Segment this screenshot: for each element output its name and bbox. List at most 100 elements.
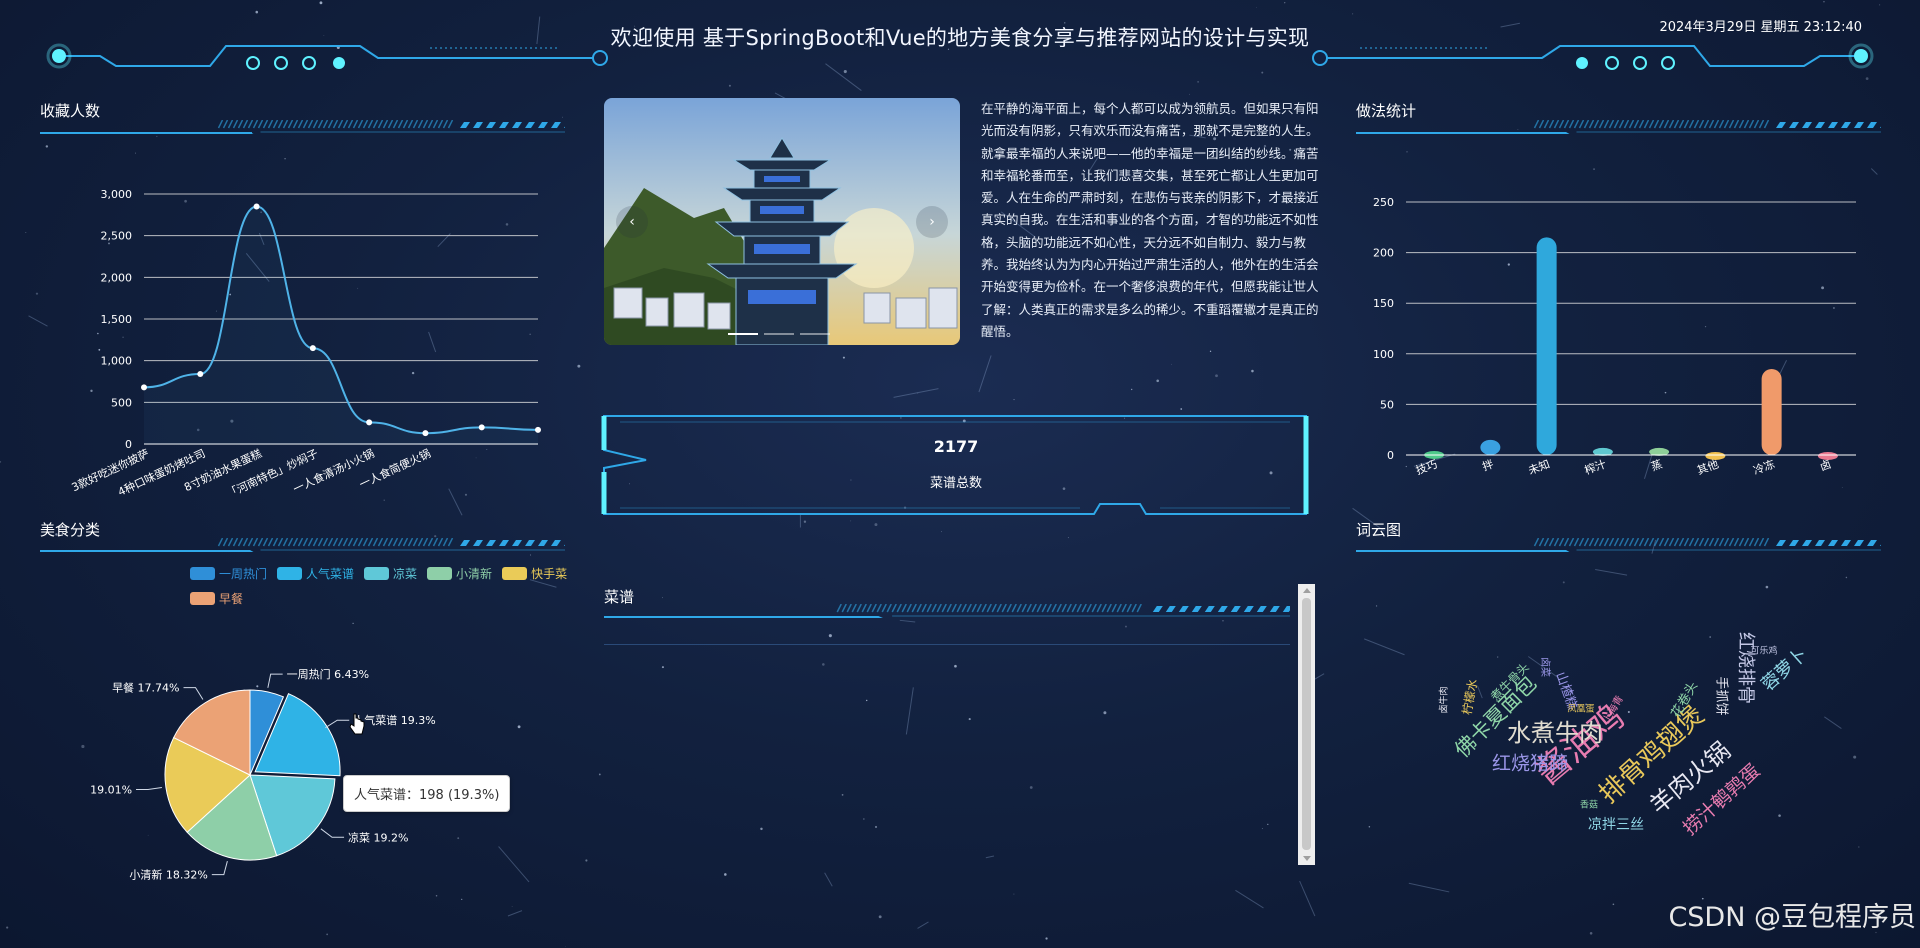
carousel-indicator-1[interactable] <box>728 333 758 335</box>
legend-item[interactable]: 小清新 <box>427 565 492 582</box>
watermark: CSDN @豆包程序员 <box>1668 902 1916 933</box>
star <box>1156 379 1159 383</box>
y-tick-label: 2,500 <box>101 230 133 243</box>
data-point[interactable] <box>366 419 373 426</box>
word-cloud-word[interactable]: 水煮牛肉 <box>1507 721 1603 745</box>
star <box>1765 585 1769 589</box>
star <box>1497 656 1499 658</box>
legend-item[interactable]: 快手菜 <box>502 565 567 582</box>
star <box>434 535 437 538</box>
data-point[interactable] <box>309 345 316 352</box>
section-line-recipes <box>604 604 1290 618</box>
pie-label: 早餐 17.74% <box>112 681 179 695</box>
star <box>1251 369 1254 373</box>
data-point[interactable] <box>141 384 147 391</box>
word-cloud-word[interactable]: 卤菜 <box>1539 657 1550 677</box>
word-cloud-word[interactable]: 红烧猪蹄 <box>1492 754 1568 774</box>
legend-label: 凉菜 <box>393 567 418 581</box>
line-area <box>144 206 538 444</box>
star <box>45 145 49 148</box>
star-trail <box>1595 569 1628 576</box>
method-bar[interactable] <box>1536 237 1557 455</box>
star-trail <box>1824 716 1842 729</box>
legend-item[interactable]: 人气菜谱 <box>277 565 354 582</box>
x-tick-label: 榨汁 <box>1582 457 1607 478</box>
star <box>530 554 532 556</box>
star <box>1189 93 1191 95</box>
pie-label: 凉菜 19.2% <box>348 830 408 844</box>
star <box>842 356 845 359</box>
star <box>1209 350 1212 353</box>
star-trail <box>905 687 914 735</box>
word-cloud-word[interactable]: 红烧排骨 <box>1735 632 1756 704</box>
scenery-carousel[interactable]: ‹ › <box>604 98 960 345</box>
star-trail <box>985 855 995 859</box>
scroll-down-icon[interactable] <box>1303 856 1311 861</box>
recipe-scrollbar[interactable] <box>1298 584 1315 865</box>
carousel-prev-button[interactable]: ‹ <box>616 206 648 238</box>
pie-label: 快手菜 19.01% <box>90 782 132 796</box>
carousel-next-button[interactable]: › <box>916 206 948 238</box>
data-point[interactable] <box>478 424 485 431</box>
data-point[interactable] <box>422 430 429 437</box>
pie-label: 一周热门 6.43% <box>287 667 369 681</box>
carousel-indicator-3[interactable] <box>800 333 830 335</box>
star <box>878 915 882 919</box>
legend-swatch <box>190 592 215 605</box>
star <box>1368 825 1371 828</box>
legend-item[interactable]: 早餐 <box>190 590 243 607</box>
section-title-method: 做法统计 <box>1356 102 1417 120</box>
x-tick-label: 冷冻 <box>1751 457 1776 478</box>
legend-label: 人气菜谱 <box>306 567 355 581</box>
star-trail <box>1408 882 1450 893</box>
pie-label-line <box>211 860 228 876</box>
star-trail <box>824 872 833 887</box>
star <box>862 818 865 820</box>
star <box>968 718 971 721</box>
method-bar[interactable] <box>1761 368 1782 455</box>
y-tick-label: 1,000 <box>101 355 133 368</box>
x-tick-label: 未知 <box>1526 457 1551 478</box>
section-title-favorites: 收藏人数 <box>40 102 101 120</box>
word-cloud-word[interactable]: 凉拌三丝 <box>1588 818 1644 832</box>
y-tick-label: 2,000 <box>101 271 133 284</box>
pie-tooltip: 人气菜谱：198 (19.3%) <box>343 775 511 812</box>
carousel-indicator-2[interactable] <box>764 333 794 335</box>
star <box>35 292 39 295</box>
y-tick-label: 100 <box>1373 348 1394 361</box>
data-point[interactable] <box>253 203 260 210</box>
star <box>822 663 825 666</box>
legend-swatch <box>427 567 453 580</box>
star <box>511 906 513 908</box>
data-point[interactable] <box>197 371 204 377</box>
method-bar[interactable] <box>1480 439 1501 455</box>
section-title-category: 美食分类 <box>40 521 101 539</box>
x-tick-label: 技巧 <box>1414 458 1439 478</box>
section-title-wordcloud: 词云图 <box>1356 521 1402 539</box>
star <box>1261 827 1264 830</box>
star <box>1593 168 1595 170</box>
legend-label: 一周热门 <box>219 567 268 581</box>
star-trail <box>917 921 929 929</box>
legend-swatch <box>502 567 528 580</box>
word-cloud-word[interactable]: 可乐鸡 <box>1750 647 1777 657</box>
word-cloud-word[interactable]: 卤牛肉 <box>1440 686 1450 713</box>
scroll-thumb[interactable] <box>1302 598 1311 850</box>
pie-label: 小清新 18.32% <box>129 868 207 882</box>
scroll-up-icon[interactable] <box>1303 588 1311 593</box>
word-cloud-word[interactable]: 手抓饼 <box>1714 676 1729 715</box>
star <box>1267 823 1269 825</box>
star <box>1612 903 1615 906</box>
word-cloud-word[interactable]: 香菇 <box>1580 801 1598 811</box>
x-tick-label: 蒸 <box>1649 458 1664 474</box>
star <box>828 634 832 638</box>
legend-item[interactable]: 一周热门 <box>190 565 267 582</box>
star <box>326 933 329 936</box>
star <box>1171 363 1172 365</box>
data-point[interactable] <box>535 426 541 433</box>
legend-item[interactable]: 凉菜 <box>364 565 417 582</box>
star <box>865 699 868 702</box>
word-cloud-word[interactable]: 凤凰蛋 <box>1567 705 1594 715</box>
y-tick-label: 250 <box>1373 196 1394 209</box>
star <box>1627 710 1630 714</box>
